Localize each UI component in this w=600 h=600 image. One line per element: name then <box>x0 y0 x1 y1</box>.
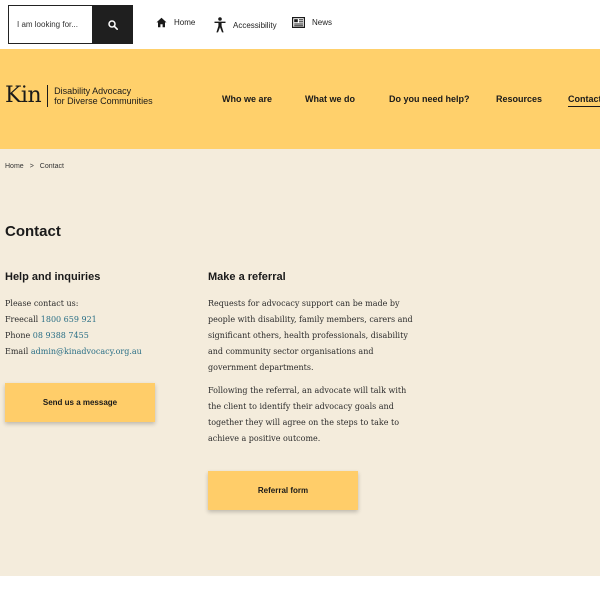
search-button[interactable] <box>92 5 133 44</box>
accessibility-icon <box>214 17 226 33</box>
nav-do-you-need-help[interactable]: Do you need help? <box>389 94 470 104</box>
freecall-link[interactable]: 1800 659 921 <box>41 315 97 324</box>
referral-p1-line: people with disability, family members, … <box>208 315 413 324</box>
email-link[interactable]: admin@kinadvocacy.org.au <box>31 347 142 356</box>
phone-line: Phone 08 9388 7455 <box>5 328 195 344</box>
utility-bar: Home Accessibility News <box>0 0 600 49</box>
search-input[interactable] <box>9 6 93 43</box>
search-icon <box>107 19 118 30</box>
referral-p2-line: achieve a positive outcome. <box>208 434 321 443</box>
referral-p2-line: Following the referral, an advocate will… <box>208 386 407 395</box>
help-details: Please contact us: Freecall 1800 659 921… <box>5 296 195 360</box>
send-message-button[interactable]: Send us a message <box>5 383 155 422</box>
site-header: Kin Disability Advocacy for Diverse Comm… <box>0 49 600 149</box>
referral-p1-line: Requests for advocacy support can be mad… <box>208 299 400 308</box>
email-line: Email admin@kinadvocacy.org.au <box>5 344 195 360</box>
news-icon <box>292 17 305 28</box>
nav-what-we-do[interactable]: What we do <box>305 94 355 104</box>
nav-resources[interactable]: Resources <box>496 94 542 104</box>
breadcrumb-separator: > <box>29 163 34 170</box>
referral-form-button[interactable]: Referral form <box>208 471 358 510</box>
accessibility-link-label: Accessibility <box>233 20 277 30</box>
referral-paragraph-1: Requests for advocacy support can be mad… <box>208 296 423 376</box>
breadcrumb-current: Contact <box>39 163 64 170</box>
search-field[interactable] <box>8 5 93 44</box>
logo-tagline-line1: Disability Advocacy <box>54 86 132 96</box>
referral-paragraph-2: Following the referral, an advocate will… <box>208 383 423 447</box>
help-intro: Please contact us: <box>5 299 79 308</box>
referral-p1-line: significant others, health professionals… <box>208 331 408 340</box>
nav-who-we-are[interactable]: Who we are <box>222 94 272 104</box>
home-icon <box>156 17 167 28</box>
footer-area <box>0 576 600 600</box>
referral-p2-line: together they will agree on the steps to… <box>208 418 400 427</box>
referral-heading: Make a referral <box>208 271 286 283</box>
logo-tagline-line2: for Diverse Communities <box>54 96 153 106</box>
freecall-label: Freecall <box>5 315 39 324</box>
email-label: Email <box>5 347 29 356</box>
breadcrumb: Home > Contact <box>5 163 64 170</box>
referral-p1-line: government departments. <box>208 363 314 372</box>
logo-mark: Kin <box>5 83 42 108</box>
accessibility-link[interactable]: Accessibility <box>214 17 277 33</box>
freecall-line: Freecall 1800 659 921 <box>5 312 195 328</box>
home-link[interactable]: Home <box>156 17 195 28</box>
breadcrumb-home[interactable]: Home <box>5 163 24 170</box>
news-link[interactable]: News <box>292 17 332 28</box>
referral-p1-line: and community sector organisations and <box>208 347 374 356</box>
phone-link[interactable]: 08 9388 7455 <box>33 331 89 340</box>
logo-tagline: Disability Advocacy for Diverse Communit… <box>54 86 153 106</box>
logo-divider <box>47 85 49 107</box>
home-link-label: Home <box>174 18 196 27</box>
news-link-label: News <box>312 18 333 27</box>
referral-p2-line: the client to identify their advocacy go… <box>208 402 394 411</box>
phone-label: Phone <box>5 331 31 340</box>
page-title: Contact <box>5 223 61 240</box>
nav-contact[interactable]: Contact <box>568 94 600 107</box>
kin-logo[interactable]: Kin Disability Advocacy for Diverse Comm… <box>5 85 153 107</box>
help-heading: Help and inquiries <box>5 271 101 283</box>
main-content: Home > Contact Contact Help and inquirie… <box>0 149 600 576</box>
